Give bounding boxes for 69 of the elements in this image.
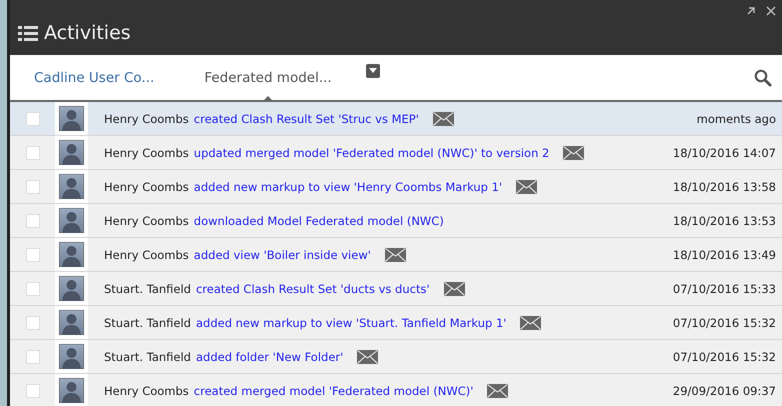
activity-link[interactable]: added folder 'New Folder' bbox=[196, 350, 344, 364]
activity-row[interactable]: Henry Coombs added new markup to view 'Henry Coombs Markup 1' 18/10/2016 13:58 bbox=[10, 170, 782, 204]
checkbox[interactable] bbox=[26, 112, 40, 126]
activity-link[interactable]: updated merged model 'Federated model (NWC)' to version 2 bbox=[194, 146, 550, 160]
envelope-icon[interactable] bbox=[444, 282, 465, 296]
activity-row[interactable]: Henry Coombs downloaded Model Federated model (NWC) 18/10/2016 13:53 bbox=[10, 204, 782, 238]
envelope-icon[interactable] bbox=[357, 350, 378, 364]
user-name: Stuart. Tanfield bbox=[104, 282, 191, 296]
user-name: Henry Coombs bbox=[104, 248, 189, 262]
user-name: Henry Coombs bbox=[104, 146, 189, 160]
envelope-icon[interactable] bbox=[432, 112, 454, 126]
tab[interactable]: Cadline User Co... bbox=[34, 55, 154, 100]
avatar-icon bbox=[59, 106, 84, 131]
user-name: Stuart. Tanfield bbox=[104, 316, 191, 330]
activity-row[interactable]: Stuart. Tanfield created Clash Result Set 'ducts vs ducts' 07/10/2016 15:33 bbox=[10, 272, 782, 306]
activity-row[interactable]: Henry Coombs created Clash Result Set 'Struc vs MEP' moments ago bbox=[10, 102, 782, 136]
activity-link[interactable]: created Clash Result Set 'Struc vs MEP' bbox=[194, 112, 419, 126]
checkbox[interactable] bbox=[26, 384, 40, 398]
avatar-icon bbox=[59, 378, 84, 403]
avatar-icon bbox=[59, 242, 84, 267]
avatar-icon bbox=[59, 276, 84, 301]
checkbox[interactable] bbox=[26, 282, 40, 296]
checkbox[interactable] bbox=[26, 180, 40, 194]
activity-link[interactable]: created Clash Result Set 'ducts vs ducts' bbox=[196, 282, 430, 296]
envelope-icon[interactable] bbox=[563, 146, 584, 160]
activity-row[interactable]: Henry Coombs created merged model 'Federated model (NWC)' 29/09/2016 09:37 bbox=[10, 374, 782, 406]
activity-row[interactable]: Stuart. Tanfield added new markup to view 'Stuart. Tanfield Markup 1' 07/10/2016 15:32 bbox=[10, 306, 782, 340]
list-icon bbox=[18, 24, 38, 42]
close-icon[interactable] bbox=[766, 6, 776, 16]
timestamp: 29/09/2016 09:37 bbox=[672, 384, 776, 398]
activity-link[interactable]: added new markup to view 'Stuart. Tanfield Markup 1' bbox=[196, 316, 506, 330]
checkbox[interactable] bbox=[26, 214, 40, 228]
timestamp: 07/10/2016 15:33 bbox=[672, 282, 776, 296]
envelope-icon[interactable] bbox=[520, 316, 542, 330]
checkbox[interactable] bbox=[26, 316, 40, 330]
activity-link[interactable]: added view 'Boiler inside view' bbox=[194, 248, 371, 262]
activity-row[interactable]: Stuart. Tanfield added folder 'New Folder' 07/10/2016 15:32 bbox=[10, 340, 782, 374]
timestamp: 18/10/2016 14:07 bbox=[672, 146, 776, 160]
avatar-icon bbox=[59, 344, 84, 369]
activity-link[interactable]: created merged model 'Federated model (NWC)' bbox=[194, 384, 474, 398]
avatar-icon bbox=[59, 310, 84, 335]
timestamp: 18/10/2016 13:53 bbox=[672, 214, 776, 228]
activity-row[interactable]: Henry Coombs added view 'Boiler inside view' 18/10/2016 13:49 bbox=[10, 238, 782, 272]
activity-link[interactable]: downloaded Model Federated model (NWC) bbox=[194, 214, 444, 228]
timestamp: 18/10/2016 13:58 bbox=[672, 180, 776, 194]
timestamp: moments ago bbox=[696, 112, 776, 126]
checkbox[interactable] bbox=[26, 146, 40, 160]
popout-icon[interactable] bbox=[746, 6, 756, 16]
activity-row[interactable]: Henry Coombs updated merged model 'Federated model (NWC)' to version 2 18/10/2016 14:07 bbox=[10, 136, 782, 170]
user-name: Stuart. Tanfield bbox=[104, 350, 191, 364]
checkbox[interactable] bbox=[26, 248, 40, 262]
envelope-icon[interactable] bbox=[384, 248, 406, 262]
checkbox[interactable] bbox=[26, 350, 40, 364]
envelope-icon[interactable] bbox=[516, 180, 538, 194]
envelope-icon[interactable] bbox=[487, 384, 508, 398]
user-name: Henry Coombs bbox=[104, 214, 189, 228]
user-name: Henry Coombs bbox=[104, 180, 189, 194]
user-name: Henry Coombs bbox=[104, 384, 189, 398]
avatar-icon bbox=[59, 208, 84, 233]
avatar-icon bbox=[59, 174, 84, 199]
timestamp: 18/10/2016 13:49 bbox=[672, 248, 776, 262]
activity-link[interactable]: added new markup to view 'Henry Coombs Markup 1' bbox=[194, 180, 502, 194]
user-name: Henry Coombs bbox=[104, 112, 189, 126]
avatar-icon bbox=[59, 140, 84, 165]
window-title: Activities bbox=[44, 22, 131, 44]
timestamp: 07/10/2016 15:32 bbox=[672, 350, 776, 364]
search-icon[interactable] bbox=[754, 68, 772, 86]
timestamp: 07/10/2016 15:32 bbox=[672, 316, 776, 330]
dropdown-icon[interactable] bbox=[366, 64, 380, 78]
